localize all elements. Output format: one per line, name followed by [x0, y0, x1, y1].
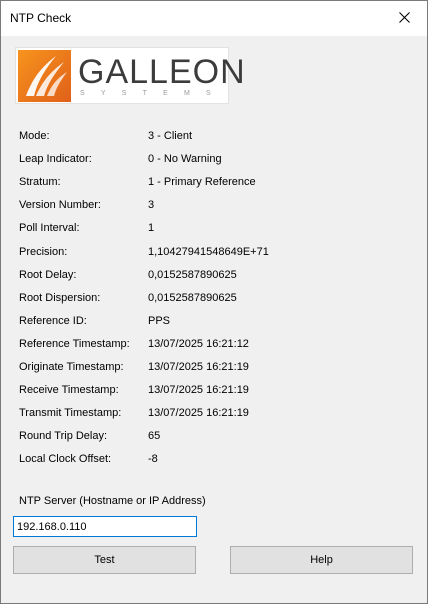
field-value: -8 [148, 453, 158, 465]
field-label: Round Trip Delay: [19, 430, 108, 442]
field-label: Receive Timestamp: [19, 384, 119, 396]
field-value: 3 [148, 199, 155, 211]
logo-wordmark: GALLEON [78, 53, 246, 91]
field-label: Transmit Timestamp: [19, 407, 122, 419]
window-title: NTP Check [10, 11, 72, 25]
field-label: Mode: [19, 130, 50, 142]
close-button[interactable] [383, 1, 427, 34]
field-label: Leap Indicator: [19, 153, 92, 165]
field-value: 13/07/2025 16:21:19 [148, 384, 249, 396]
field-label: Reference Timestamp: [19, 338, 130, 350]
field-value: 0,0152587890625 [148, 292, 237, 304]
field-value: 1,10427941548649E+71 [148, 246, 269, 258]
field-value: 1 - Primary Reference [148, 176, 256, 188]
field-label: Poll Interval: [19, 222, 80, 234]
galleon-logo: GALLEON SYSTEMS [15, 47, 245, 104]
field-value: 3 - Client [148, 130, 193, 142]
test-button[interactable]: Test [13, 546, 196, 574]
galleon-sail-icon [18, 50, 71, 102]
title-bar: NTP Check [1, 1, 427, 36]
field-value: 0,0152587890625 [148, 269, 237, 281]
field-value: 13/07/2025 16:21:12 [148, 338, 249, 350]
field-label: Stratum: [19, 176, 61, 188]
field-label: Reference ID: [19, 315, 87, 327]
field-value: 13/07/2025 16:21:19 [148, 361, 249, 373]
field-label: Local Clock Offset: [19, 453, 112, 465]
close-icon [399, 12, 410, 23]
field-label: Version Number: [19, 199, 101, 211]
field-label: Originate Timestamp: [19, 361, 124, 373]
field-label: Root Dispersion: [19, 292, 101, 304]
ntp-check-window: NTP Check GALLEON SYSTEMS Mode: 3 - Clien… [0, 0, 428, 604]
field-value: 0 - No Warning [148, 153, 222, 165]
ntp-server-input[interactable] [13, 516, 197, 537]
field-value: 1 [148, 222, 155, 234]
field-value: 65 [148, 430, 161, 442]
help-button[interactable]: Help [230, 546, 413, 574]
field-label: Root Delay: [19, 269, 77, 281]
ntp-server-label: NTP Server (Hostname or IP Address) [19, 495, 206, 507]
field-value: 13/07/2025 16:21:19 [148, 407, 249, 419]
field-label: Precision: [19, 246, 68, 258]
logo-subtitle: SYSTEMS [80, 90, 227, 97]
field-value: PPS [148, 315, 171, 327]
